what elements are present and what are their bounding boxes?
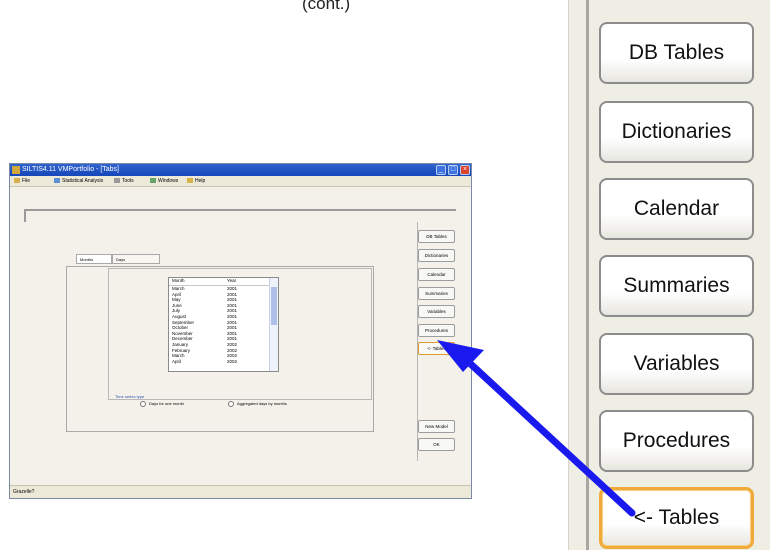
pointer-arrow-icon: [437, 340, 636, 517]
